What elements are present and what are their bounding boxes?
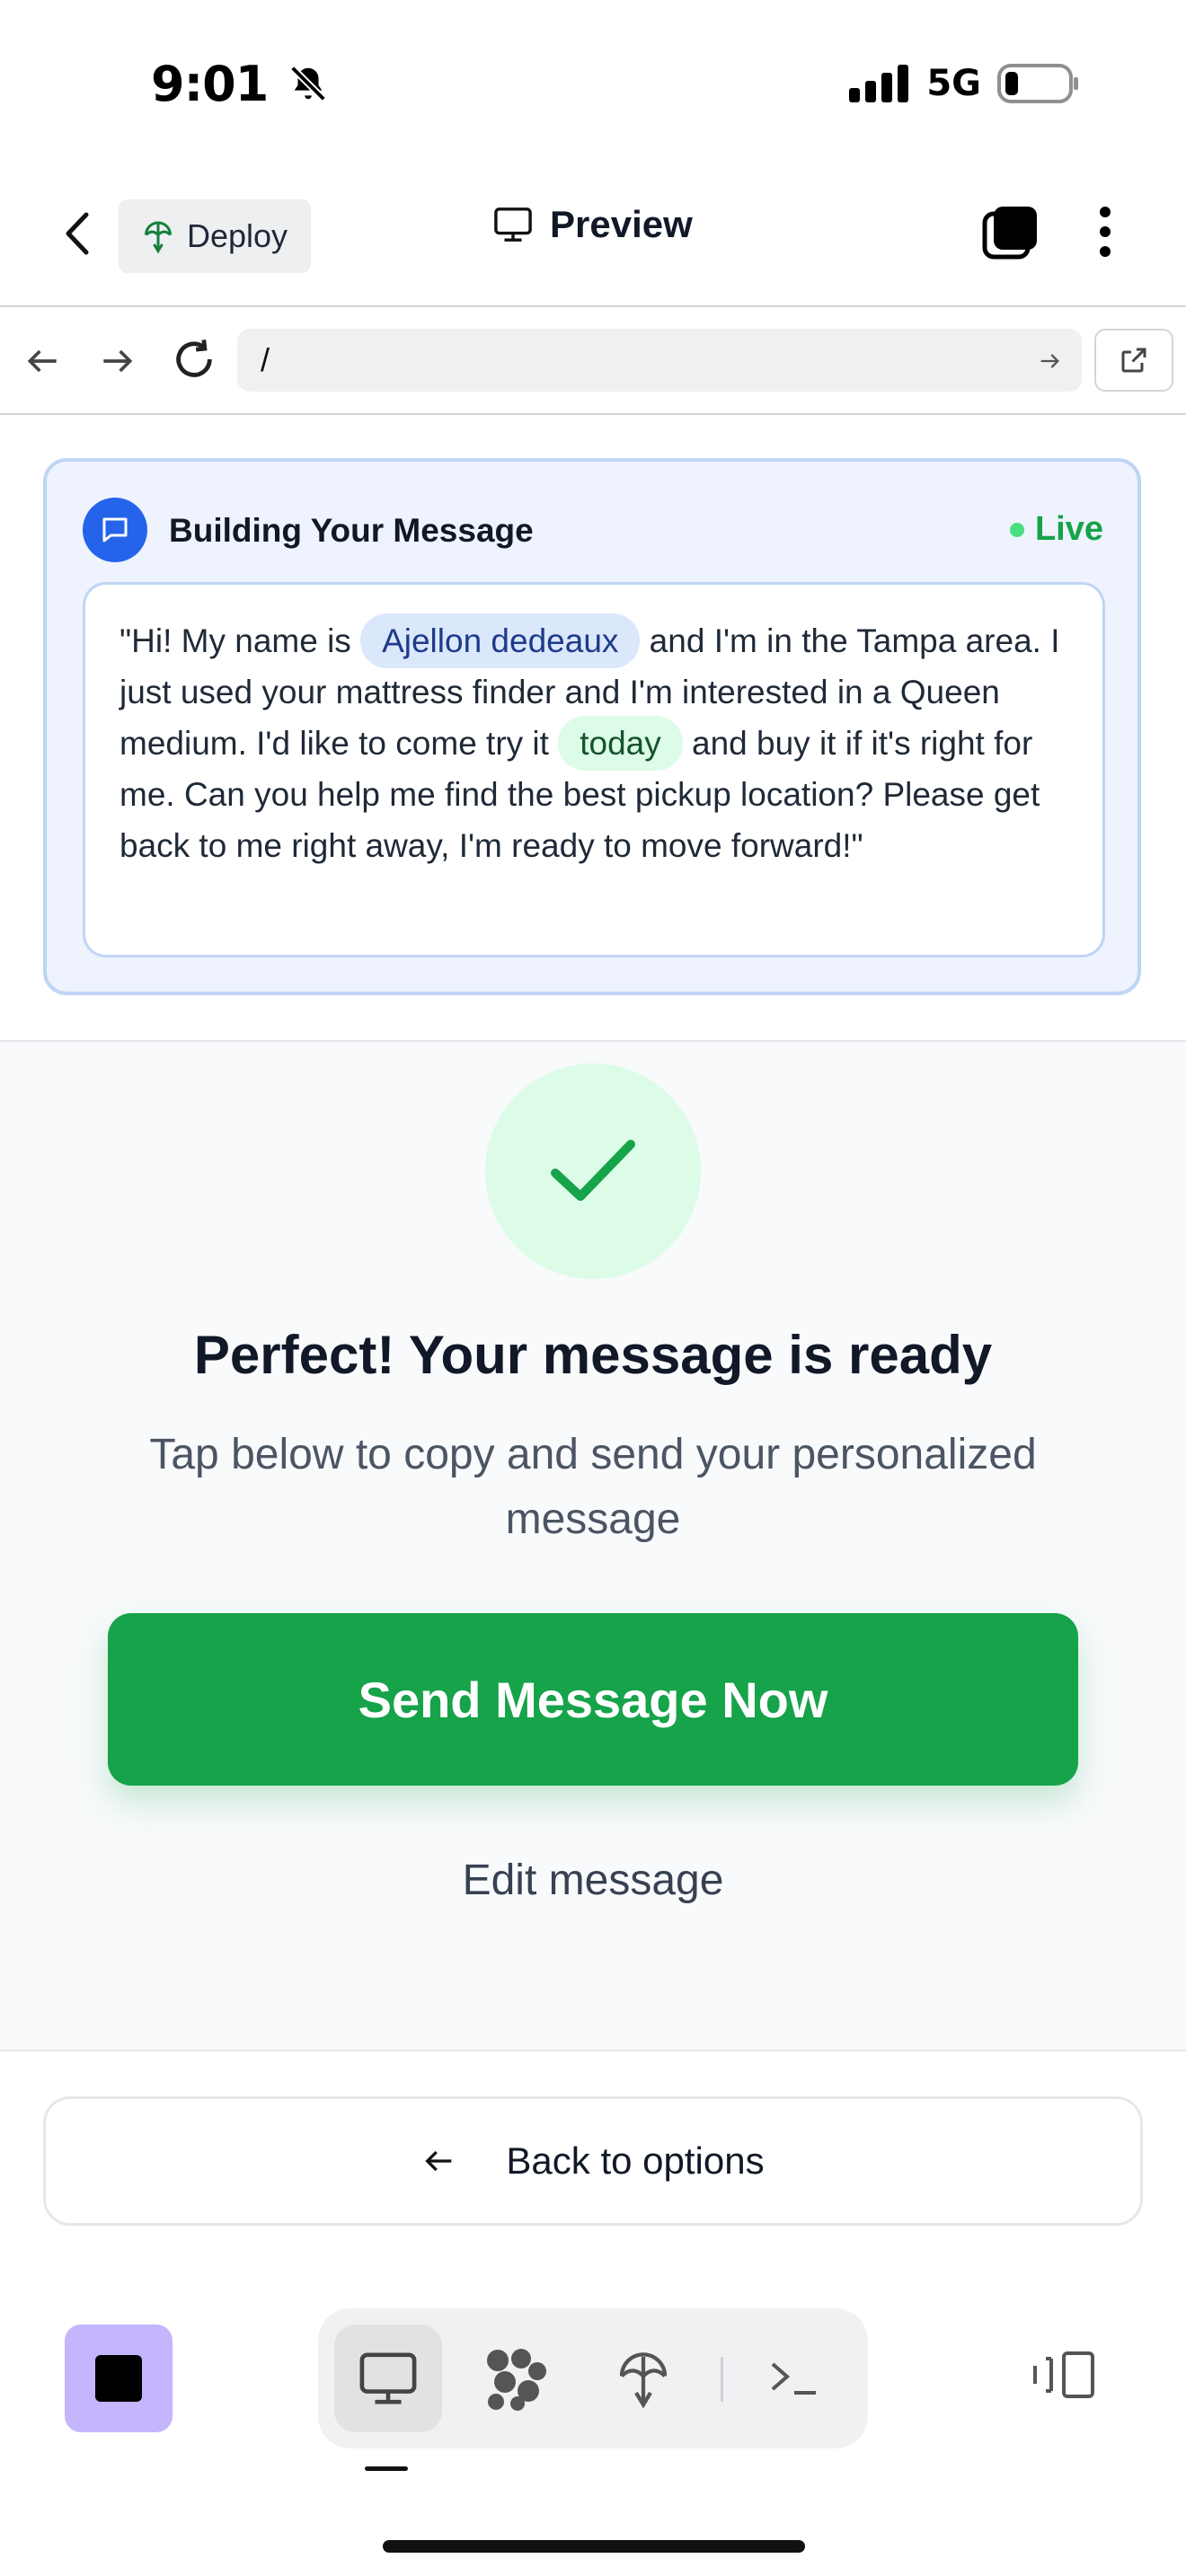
message-card-title: Building Your Message <box>169 512 534 549</box>
layout-toggle-button[interactable] <box>1031 2348 1100 2406</box>
message-card-avatar <box>83 498 147 562</box>
stop-button[interactable] <box>65 2325 173 2432</box>
monitor-icon <box>494 207 532 242</box>
tabs-button[interactable] <box>981 205 1039 267</box>
status-indicators: 5G <box>849 63 1080 104</box>
network-label: 5G <box>926 63 981 104</box>
nav-back-button[interactable] <box>23 341 63 385</box>
deploy-icon <box>144 221 172 254</box>
split-view-icon <box>1033 2351 1094 2398</box>
preview-view-button[interactable] <box>334 2325 442 2432</box>
deploy-label: Deploy <box>186 217 288 254</box>
page-title: Preview <box>492 203 693 246</box>
preview-label: Preview <box>550 203 693 245</box>
ai-agent-icon <box>487 2349 546 2411</box>
terminal-icon <box>771 2362 816 2395</box>
success-title: Perfect! Your message is ready <box>193 1325 993 1385</box>
signal-icon <box>849 65 909 102</box>
back-to-options-button[interactable]: Back to options <box>43 2096 1143 2226</box>
back-button[interactable] <box>54 207 99 260</box>
message-card: Building Your Message Live "Hi! My name … <box>43 458 1141 995</box>
bell-slash-icon <box>290 66 327 101</box>
name-chip: Ajellon dedeaux <box>360 613 641 668</box>
timing-chip: today <box>558 716 683 771</box>
reload-button[interactable] <box>171 336 217 387</box>
arrow-right-icon <box>103 349 133 373</box>
live-dot-icon <box>1009 522 1024 537</box>
live-label: Live <box>1034 510 1103 548</box>
external-link-icon <box>1121 348 1146 373</box>
send-message-button[interactable]: Send Message Now <box>108 1613 1078 1786</box>
view-switcher <box>318 2308 868 2448</box>
more-menu-button[interactable] <box>1091 205 1120 263</box>
home-indicator <box>383 2540 805 2553</box>
deploy-icon <box>619 2352 668 2409</box>
console-button[interactable] <box>740 2325 848 2432</box>
stop-icon <box>95 2355 142 2402</box>
header-divider <box>0 305 1186 307</box>
reload-icon <box>176 340 212 377</box>
toolbar-separator <box>721 2357 723 2402</box>
message-preview: "Hi! My name is Ajellon dedeaux and I'm … <box>83 582 1105 957</box>
chat-bubble-icon <box>102 517 128 543</box>
more-vertical-icon <box>1100 207 1111 257</box>
deploy-button[interactable]: Deploy <box>119 199 311 273</box>
success-badge <box>485 1063 701 1279</box>
battery-icon <box>997 64 1078 103</box>
message-text-part1: "Hi! My name is <box>119 622 361 659</box>
back-to-options-label: Back to options <box>506 2139 765 2182</box>
live-badge: Live <box>1009 510 1103 549</box>
nav-forward-button[interactable] <box>97 341 137 385</box>
arrow-left-icon <box>425 2150 452 2172</box>
open-external-button[interactable] <box>1094 329 1173 392</box>
status-time: 9:01 <box>151 56 329 112</box>
monitor-icon <box>359 2352 417 2404</box>
deploy-view-button[interactable] <box>589 2325 697 2432</box>
edit-message-link[interactable]: Edit message <box>0 1856 1186 1905</box>
url-input[interactable]: / <box>237 329 1082 392</box>
ai-agent-button[interactable] <box>462 2325 570 2432</box>
urlbar-divider <box>0 413 1186 415</box>
checkmark-icon <box>551 1140 635 1201</box>
url-path: / <box>261 341 270 378</box>
go-arrow-icon[interactable] <box>1037 348 1062 374</box>
chevron-left-icon <box>66 212 89 255</box>
active-tab-indicator <box>365 2466 408 2471</box>
arrow-left-icon <box>27 349 57 373</box>
success-subtitle: Tap below to copy and send your personal… <box>149 1431 1037 1543</box>
tabs-icon <box>982 207 1037 260</box>
